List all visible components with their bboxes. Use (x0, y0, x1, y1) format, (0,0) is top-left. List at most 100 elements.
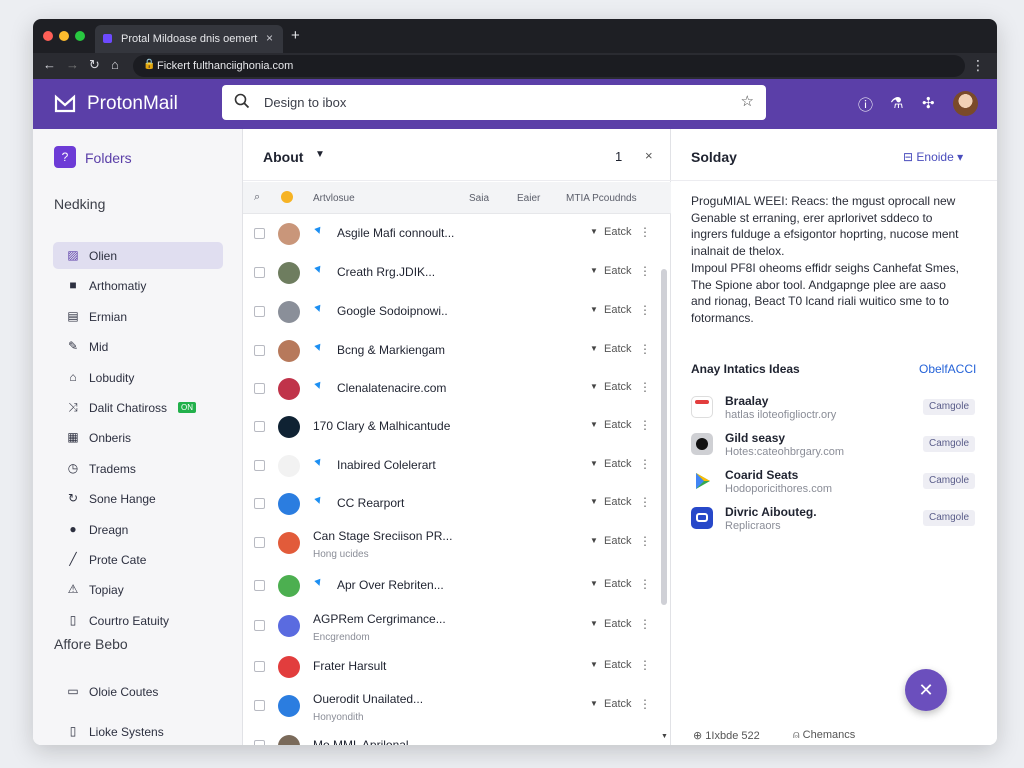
sidebar-item[interactable]: ╱ Prote Cate (53, 546, 223, 573)
tab-close-icon[interactable]: × (266, 31, 273, 45)
message-row[interactable]: ▼ Apr Over Rebriten... ▼ Eatck ⋮ (243, 567, 663, 605)
column-header-2[interactable]: Eaier (517, 193, 540, 204)
row-checkbox[interactable] (254, 620, 265, 631)
chevron-down-icon[interactable]: ▼ (590, 266, 598, 275)
row-checkbox[interactable] (254, 460, 265, 471)
sidebar-item[interactable]: ▨ Olien (53, 242, 223, 269)
sidebar-item[interactable]: ⌂ Lobudity (53, 364, 223, 391)
search-input[interactable]: Design to ibox ☆ (222, 85, 766, 120)
more-options-icon[interactable]: ⋮ (639, 495, 651, 509)
chevron-down-icon[interactable]: ▼ (590, 536, 598, 545)
scroll-down-icon[interactable]: ▼ (661, 733, 668, 740)
more-options-icon[interactable]: ⋮ (639, 617, 651, 631)
row-checkbox[interactable] (254, 700, 265, 711)
browser-menu-icon[interactable]: ⋮ (971, 57, 985, 74)
list-scrollbar[interactable] (661, 269, 667, 605)
row-checkbox[interactable] (254, 537, 265, 548)
forward-icon[interactable]: → (66, 57, 79, 72)
chevron-down-icon[interactable]: ▼ (590, 420, 598, 429)
message-row[interactable]: ▼ Asgile Mafi connoult... ▼ Eatck ⋮ (243, 215, 663, 253)
column-header-1[interactable]: Saia (469, 193, 489, 204)
more-options-icon[interactable]: ⋮ (639, 303, 651, 317)
sidebar-item[interactable]: ● Dreagn (53, 516, 223, 543)
chevron-down-icon[interactable]: ▼ (590, 227, 598, 236)
more-options-icon[interactable]: ⋮ (639, 658, 651, 672)
maximize-window-dot[interactable] (75, 31, 85, 41)
apps-icon[interactable]: ✣ (922, 94, 935, 112)
user-avatar[interactable] (953, 91, 978, 116)
more-options-icon[interactable]: ⋮ (639, 264, 651, 278)
footer-channels[interactable]: ⍝ Chemancs (793, 729, 855, 742)
star-icon[interactable]: ☆ (741, 92, 754, 110)
more-options-icon[interactable]: ⋮ (639, 457, 651, 471)
more-options-icon[interactable]: ⋮ (639, 225, 651, 239)
message-row[interactable]: Ouerodit Unailated... Honyondith ▼ Eatck ⋮ (243, 687, 663, 725)
chevron-down-icon[interactable]: ▼ (315, 149, 325, 160)
sidebar-item[interactable]: ▦ Onberis (53, 424, 223, 451)
sidebar-item[interactable]: ◷ Tradems (53, 455, 223, 482)
compose-button[interactable]: ✕ (905, 669, 947, 711)
minimize-window-dot[interactable] (59, 31, 69, 41)
more-options-icon[interactable]: ⋮ (639, 418, 651, 432)
list-title[interactable]: About (263, 149, 303, 165)
row-checkbox[interactable] (254, 267, 265, 278)
sidebar-item[interactable]: ▭ Oloie Coutes (53, 678, 223, 705)
reload-icon[interactable]: ↻ (89, 57, 100, 73)
info-icon[interactable]: ⓘ (858, 94, 873, 115)
message-row[interactable]: Can Stage Sreciison PR... Hong ucides ▼ Eat… (243, 524, 663, 562)
search-icon[interactable]: ⌕ (254, 191, 260, 204)
new-tab-button[interactable]: + (291, 27, 300, 44)
row-checkbox[interactable] (254, 498, 265, 509)
sidebar-item[interactable]: ↻ Sone Hange (53, 485, 223, 512)
app-action-button[interactable]: Camgole (923, 436, 976, 452)
column-header-0[interactable]: Artvlosue (313, 193, 355, 204)
url-field[interactable]: 🔒 Fickert fulthanciighonia.com (133, 55, 965, 77)
sidebar-item[interactable]: ⤨ Dalit Chatiross ON (53, 394, 223, 421)
row-checkbox[interactable] (254, 740, 265, 745)
row-checkbox[interactable] (254, 345, 265, 356)
back-icon[interactable]: ← (43, 57, 56, 72)
close-icon[interactable]: × (645, 148, 653, 163)
chevron-down-icon[interactable]: ▼ (590, 344, 598, 353)
chevron-down-icon[interactable]: ▼ (590, 619, 598, 628)
message-row[interactable]: 170 Clary & Malhicantude ▼ Eatck ⋮ (243, 408, 663, 446)
chevron-down-icon[interactable]: ▼ (590, 382, 598, 391)
more-options-icon[interactable]: ⋮ (639, 697, 651, 711)
row-checkbox[interactable] (254, 661, 265, 672)
message-row[interactable]: ▼ Inabired Colelerart ▼ Eatck ⋮ (243, 447, 663, 485)
home-icon[interactable]: ⌂ (111, 57, 119, 72)
row-checkbox[interactable] (254, 580, 265, 591)
more-options-icon[interactable]: ⋮ (639, 342, 651, 356)
chevron-down-icon[interactable]: ▼ (590, 660, 598, 669)
sidebar-item[interactable]: ✎ Mid (53, 333, 223, 360)
message-row[interactable]: Frater Harsult ▼ Eatck ⋮ (243, 648, 663, 686)
message-row[interactable]: AGPRem Cergrimance... Encgrendom ▼ Eatck ⋮ (243, 607, 663, 645)
chevron-down-icon[interactable]: ▼ (590, 459, 598, 468)
chevron-down-icon[interactable]: ▼ (590, 305, 598, 314)
close-window-dot[interactable] (43, 31, 53, 41)
more-options-icon[interactable]: ⋮ (639, 534, 651, 548)
flask-icon[interactable]: ⚗ (890, 94, 903, 112)
row-checkbox[interactable] (254, 306, 265, 317)
row-checkbox[interactable] (254, 383, 265, 394)
message-row[interactable]: Mo MML Aprilonal (243, 727, 663, 745)
sidebar-item[interactable]: ▯ Lioke Systens (53, 718, 223, 745)
encryption-dropdown[interactable]: ⊟ Enoide ▾ (903, 150, 963, 164)
app-action-button[interactable]: Camgole (923, 510, 976, 526)
message-row[interactable]: ▼ Clenalatenacire.com ▼ Eatck ⋮ (243, 370, 663, 408)
message-row[interactable]: ▼ Creath Rrg.JDIK... ▼ Eatck ⋮ (243, 254, 663, 292)
more-options-icon[interactable]: ⋮ (639, 577, 651, 591)
chevron-down-icon[interactable]: ▼ (590, 497, 598, 506)
chevron-down-icon[interactable]: ▼ (590, 699, 598, 708)
chevron-down-icon[interactable]: ▼ (590, 579, 598, 588)
sidebar-item[interactable]: ⚠ Topiay (53, 576, 223, 603)
message-row[interactable]: ▼ Bcng & Markiengam ▼ Eatck ⋮ (243, 332, 663, 370)
message-row[interactable]: ▼ CC Rearport ▼ Eatck ⋮ (243, 485, 663, 523)
apps-section-link[interactable]: ObelfACCI (919, 362, 976, 376)
sidebar-item[interactable]: ▯ Courtro Eatuity (53, 607, 223, 634)
message-row[interactable]: ▼ Google Sodoipnowi.. ▼ Eatck ⋮ (243, 293, 663, 331)
sidebar-item[interactable]: ▤ Ermian (53, 303, 223, 330)
row-checkbox[interactable] (254, 421, 265, 432)
column-header-3[interactable]: MTIA Pcoudnds (566, 193, 637, 204)
app-action-button[interactable]: Camgole (923, 399, 976, 415)
